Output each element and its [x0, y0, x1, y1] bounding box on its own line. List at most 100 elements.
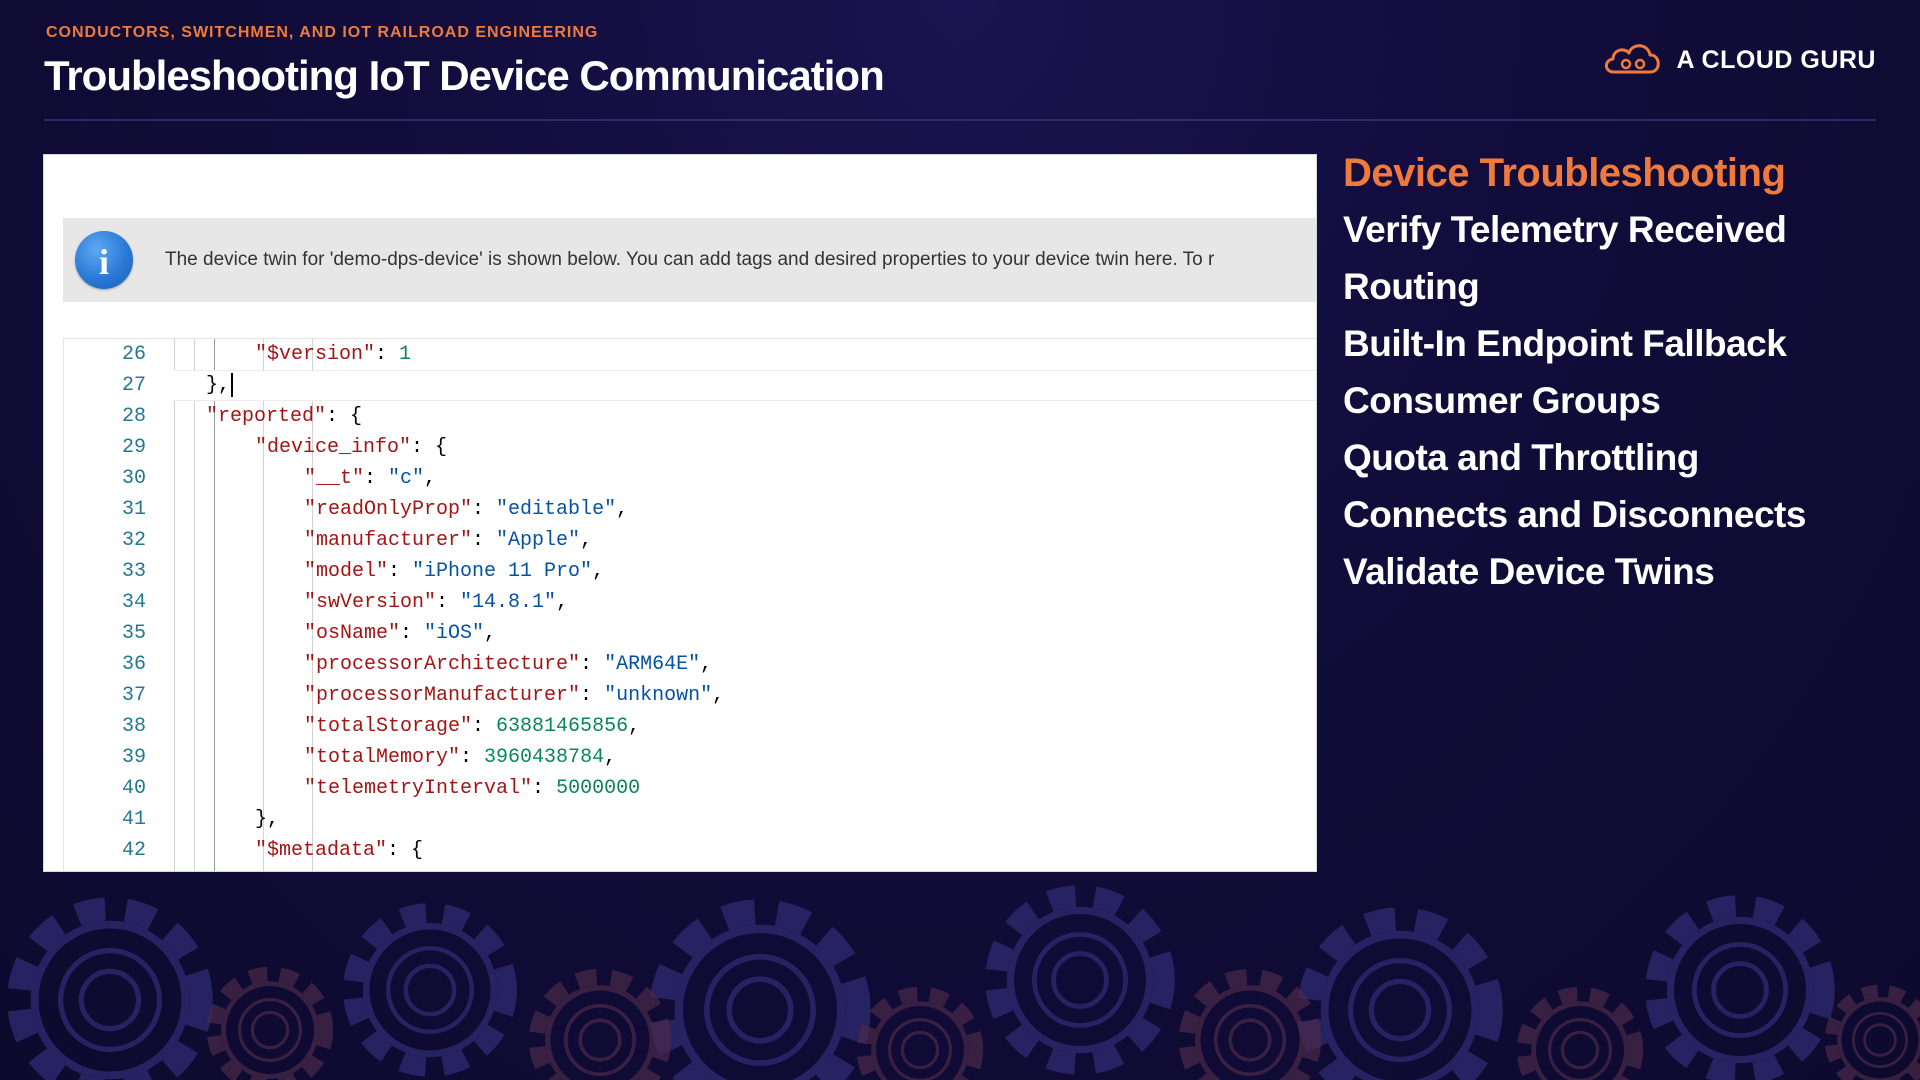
code-token: "$version" — [255, 343, 376, 366]
code-token: "processorManufacturer" — [304, 684, 581, 707]
code-text: "$version": 1 — [255, 339, 411, 370]
current-line-highlight — [174, 370, 1316, 401]
line-number: 39 — [121, 746, 146, 769]
topic-item: Routing — [1343, 266, 1480, 307]
code-line[interactable]: 31 "readOnlyProp": "editable", — [64, 494, 1316, 525]
code-token: "totalMemory" — [304, 746, 461, 769]
code-token: : { — [411, 436, 448, 459]
code-token: "iOS" — [424, 622, 485, 645]
code-text: "totalStorage": 63881465856, — [304, 711, 640, 742]
info-banner-text: The device twin for 'demo-dps-device' is… — [165, 249, 1215, 270]
topic-item: Consumer Groups — [1343, 380, 1661, 421]
code-token: }, — [206, 374, 231, 397]
code-token: : — [580, 653, 605, 676]
code-token: "model" — [304, 560, 389, 583]
code-token: , — [700, 653, 713, 676]
code-token: }, — [255, 808, 280, 831]
code-token: "telemetryInterval" — [304, 777, 533, 800]
code-token: , — [580, 529, 593, 552]
code-token: "processorArchitecture" — [304, 653, 581, 676]
cloud-logo-icon — [1600, 38, 1664, 83]
code-line[interactable]: 35 "osName": "iOS", — [64, 618, 1316, 649]
code-token: "editable" — [496, 498, 617, 521]
code-line[interactable]: 28 "reported": { — [64, 401, 1316, 432]
code-token: "Apple" — [496, 529, 581, 552]
code-line[interactable]: 33 "model": "iPhone 11 Pro", — [64, 556, 1316, 587]
code-token: , — [604, 746, 617, 769]
line-number: 29 — [121, 436, 146, 459]
line-number: 26 — [121, 343, 146, 366]
code-text: "swVersion": "14.8.1", — [304, 587, 568, 618]
topic-item-current: Device Troubleshooting — [1343, 151, 1786, 195]
code-text: "readOnlyProp": "editable", — [304, 494, 628, 525]
code-token: "__t" — [304, 467, 365, 490]
topic-item: Validate Device Twins — [1343, 551, 1715, 592]
code-token: "c" — [388, 467, 425, 490]
line-number: 30 — [121, 467, 146, 490]
code-token: : — [460, 746, 485, 769]
gears-decoration — [0, 860, 1920, 1080]
code-token: 63881465856 — [496, 715, 629, 738]
code-text: "reported": { — [206, 401, 362, 432]
code-text: }, — [206, 370, 234, 401]
info-banner: i The device twin for 'demo-dps-device' … — [63, 218, 1316, 302]
line-number: 41 — [121, 808, 146, 831]
code-token: : — [472, 498, 497, 521]
text-cursor — [231, 372, 234, 397]
code-line[interactable]: 37 "processorManufacturer": "unknown", — [64, 680, 1316, 711]
brand-logo: A CLOUD GURU — [1600, 40, 1876, 80]
code-line[interactable]: 38 "totalStorage": 63881465856, — [64, 711, 1316, 742]
code-token: "manufacturer" — [304, 529, 473, 552]
code-text: "processorArchitecture": "ARM64E", — [304, 649, 712, 680]
code-token: , — [556, 591, 569, 614]
brand-name: A CLOUD GURU — [1676, 45, 1876, 74]
code-token: : — [375, 343, 400, 366]
code-line[interactable]: 26 "$version": 1 — [64, 339, 1316, 370]
code-token: , — [484, 622, 497, 645]
code-text: "__t": "c", — [304, 463, 436, 494]
header-divider — [44, 119, 1876, 121]
code-token: "readOnlyProp" — [304, 498, 473, 521]
topic-item: Built-In Endpoint Fallback — [1343, 323, 1787, 364]
code-line[interactable]: 27}, — [64, 370, 1316, 401]
code-token: , — [616, 498, 629, 521]
code-line[interactable]: 39 "totalMemory": 3960438784, — [64, 742, 1316, 773]
code-token: , — [424, 467, 437, 490]
code-text: "telemetryInterval": 5000000 — [304, 773, 640, 804]
code-line[interactable]: 36 "processorArchitecture": "ARM64E", — [64, 649, 1316, 680]
topic-item: Connects and Disconnects — [1343, 494, 1806, 535]
header-kicker: CONDUCTORS, SWITCHMEN, AND IOT RAILROAD … — [46, 24, 599, 41]
line-number: 31 — [121, 498, 146, 521]
line-number: 40 — [121, 777, 146, 800]
line-number: 28 — [121, 405, 146, 428]
topic-list: Device Troubleshooting Verify Telemetry R… — [1343, 148, 1903, 604]
code-token: : — [388, 560, 413, 583]
code-token: , — [712, 684, 725, 707]
code-token: : { — [326, 405, 363, 428]
code-token: "totalStorage" — [304, 715, 473, 738]
code-text: "device_info": { — [255, 432, 447, 463]
code-token: : — [436, 591, 461, 614]
code-text: "model": "iPhone 11 Pro", — [304, 556, 604, 587]
json-code-editor[interactable]: 26 "$version": 1 27}, 28 "reported": {29 "dev… — [63, 338, 1316, 871]
info-icon: i — [75, 231, 133, 289]
code-line[interactable]: 40 "telemetryInterval": 5000000 — [64, 773, 1316, 804]
line-number: 32 — [121, 529, 146, 552]
code-line[interactable]: 41}, — [64, 804, 1316, 835]
code-text: "osName": "iOS", — [304, 618, 496, 649]
code-token: 1 — [399, 343, 412, 366]
code-text: "processorManufacturer": "unknown", — [304, 680, 724, 711]
code-line[interactable]: 32 "manufacturer": "Apple", — [64, 525, 1316, 556]
code-token: : — [400, 622, 425, 645]
code-token: "device_info" — [255, 436, 412, 459]
code-token: : — [580, 684, 605, 707]
code-token: "reported" — [206, 405, 327, 428]
code-line[interactable]: 30 "__t": "c", — [64, 463, 1316, 494]
device-twin-panel: i The device twin for 'demo-dps-device' … — [43, 154, 1317, 872]
code-token: "unknown" — [604, 684, 713, 707]
code-token: : — [532, 777, 557, 800]
code-line[interactable]: 29 "device_info": { — [64, 432, 1316, 463]
code-text: "totalMemory": 3960438784, — [304, 742, 616, 773]
code-line[interactable]: 34 "swVersion": "14.8.1", — [64, 587, 1316, 618]
code-token: : — [472, 715, 497, 738]
